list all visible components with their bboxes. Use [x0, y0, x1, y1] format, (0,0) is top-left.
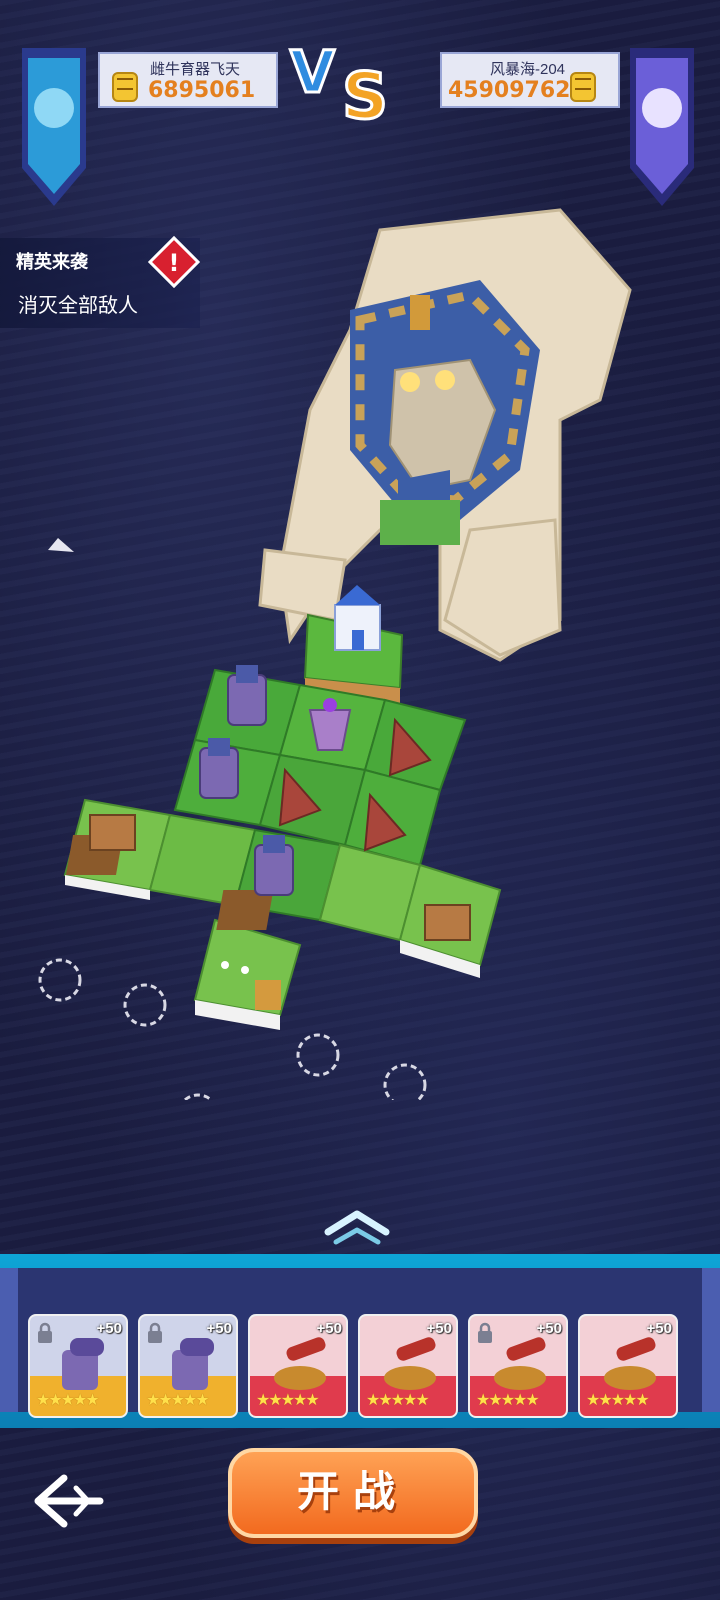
card-stars: ★★★★★: [476, 1392, 540, 1409]
card-bonus: +50: [316, 1320, 342, 1337]
quest-description: 消灭全部敌人: [18, 295, 138, 317]
fist-icon: [570, 72, 596, 102]
tower-card-cannon[interactable]: +50 ★★★★★: [28, 1314, 128, 1418]
left-player-name: 雌牛育器飞天: [150, 61, 241, 78]
castle-building[interactable]: [334, 585, 381, 651]
tower-card-ballista[interactable]: +50 ★★★★★: [248, 1314, 348, 1418]
octopus-icon: [34, 88, 74, 128]
ballista-tower-icon: [274, 1337, 326, 1390]
expand-dock-chevron-icon[interactable]: [322, 1206, 392, 1246]
game-board-scene[interactable]: [0, 200, 720, 1100]
card-bonus: +50: [426, 1320, 452, 1337]
dock-right-edge: [702, 1268, 720, 1412]
cannon-tower-icon: [62, 1338, 104, 1390]
left-player-score: 6895061: [148, 78, 256, 103]
cannon-tower-icon: [172, 1338, 214, 1390]
left-faction-banner: [18, 48, 90, 208]
ballista-tower-icon: [604, 1337, 656, 1390]
ballista-tower-icon: [384, 1337, 436, 1390]
card-stars: ★★★★★: [256, 1392, 320, 1409]
card-bonus: +50: [206, 1320, 232, 1337]
skull-icon: [642, 88, 682, 128]
ballista-tower-icon: [494, 1337, 546, 1390]
back-arrow-icon[interactable]: [30, 1470, 106, 1532]
start-battle-button[interactable]: 开战: [228, 1448, 478, 1538]
tower-card-cannon[interactable]: +50 ★★★★★: [138, 1314, 238, 1418]
card-stars: ★★★★★: [586, 1392, 650, 1409]
fist-icon: [112, 72, 138, 102]
card-bonus: +50: [536, 1320, 562, 1337]
sea-foam: [48, 538, 74, 552]
vs-letter-v: V: [290, 38, 335, 106]
tower-card-ballista[interactable]: +50 ★★★★★: [358, 1314, 458, 1418]
alert-glyph: !: [169, 249, 180, 277]
sphinx-boss[interactable]: [258, 208, 632, 662]
tower-card-ballista[interactable]: +50 ★★★★★: [468, 1314, 568, 1418]
card-stars: ★★★★★: [146, 1392, 210, 1409]
right-faction-banner: [626, 48, 698, 208]
card-bonus: +50: [646, 1320, 672, 1337]
vs-badge: V S: [289, 37, 390, 127]
card-stars: ★★★★★: [366, 1392, 430, 1409]
right-player-score: 45909762: [448, 78, 571, 103]
right-player-name: 风暴海-204: [490, 61, 566, 78]
alert-icon: !: [148, 236, 200, 288]
right-player-panel: 风暴海-204 45909762: [440, 52, 620, 108]
left-player-panel: 雌牛育器飞天 6895061: [98, 52, 278, 108]
tower-card-ballista[interactable]: +50 ★★★★★: [578, 1314, 678, 1418]
vs-letter-s: S: [342, 60, 388, 126]
card-stars: ★★★★★: [36, 1392, 100, 1409]
card-bonus: +50: [96, 1320, 122, 1337]
quest-title: 精英来袭: [16, 252, 88, 272]
dock-left-edge: [0, 1268, 18, 1412]
